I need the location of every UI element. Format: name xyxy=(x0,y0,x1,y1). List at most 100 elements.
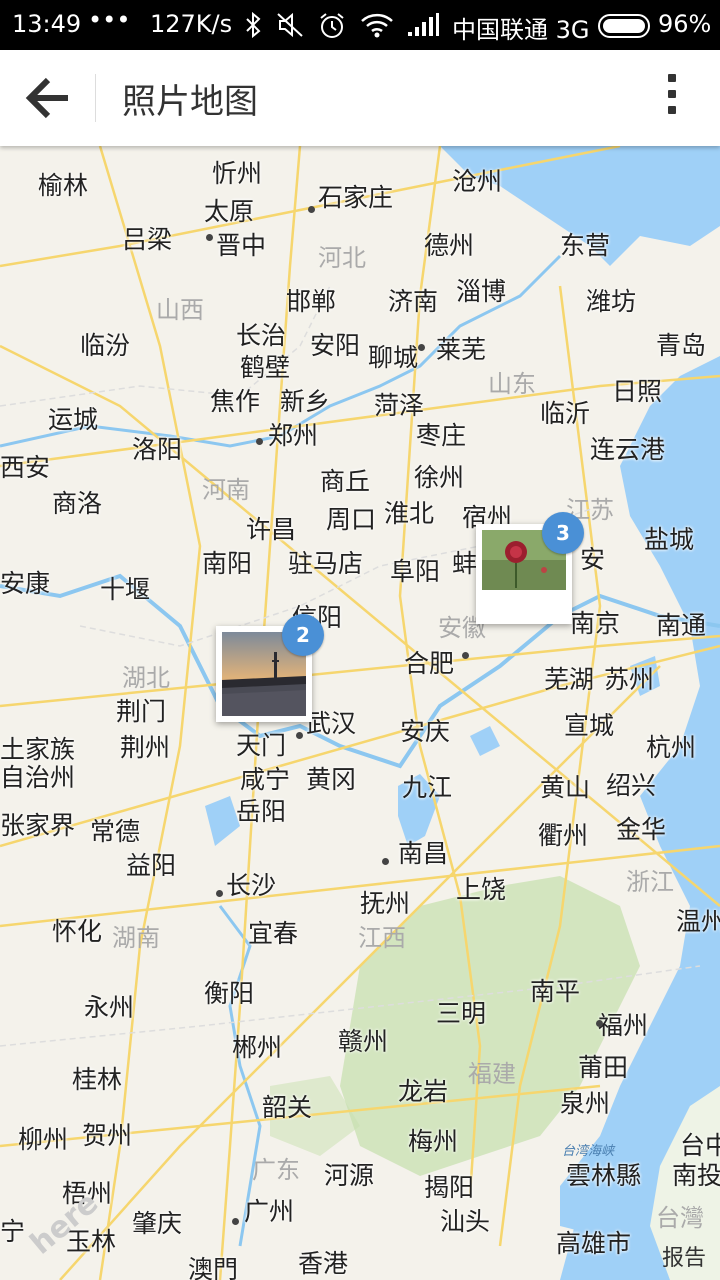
city-label: 郑州 xyxy=(268,421,319,450)
city-dot xyxy=(382,858,389,865)
city-label: 衡阳 xyxy=(204,979,255,1008)
city-label: 临汾 xyxy=(80,331,131,360)
city-label: 福州 xyxy=(598,1011,649,1040)
province-label: 河北 xyxy=(318,244,366,272)
battery-level: 96% xyxy=(658,10,712,38)
city-label: 绍兴 xyxy=(606,771,657,800)
city-label: 十堰 xyxy=(100,575,151,604)
city-label: 南通 xyxy=(656,611,707,640)
city-label: 长治 xyxy=(236,321,287,350)
city-label: 杭州 xyxy=(646,733,697,762)
city-label: 商丘 xyxy=(320,467,371,496)
city-label: 金华 xyxy=(616,815,667,844)
city-label: 吕梁 xyxy=(122,225,173,254)
photo-cluster-3[interactable]: 3 xyxy=(476,512,584,624)
city-label: 衢州 xyxy=(538,821,589,850)
city-label: 抚州 xyxy=(360,889,411,918)
province-label: 福建 xyxy=(468,1060,516,1088)
city-label: 自治州 xyxy=(0,763,76,792)
city-label: 石家庄 xyxy=(318,183,394,212)
city-label: 贺州 xyxy=(82,1121,133,1150)
city-label: 合肥 xyxy=(404,649,455,678)
city-dot xyxy=(462,652,469,659)
city-label: 郴州 xyxy=(232,1033,283,1062)
city-label: 益阳 xyxy=(126,851,177,880)
city-label: 温州 xyxy=(676,907,720,936)
city-label: 梅州 xyxy=(408,1127,459,1156)
city-label: 晋中 xyxy=(216,231,267,260)
report-link[interactable]: 报告 xyxy=(662,1240,706,1272)
city-label: 长沙 xyxy=(226,871,277,900)
city-label: 淄博 xyxy=(456,277,507,306)
city-label: 天门 xyxy=(236,731,287,760)
city-label: 南昌 xyxy=(398,839,449,868)
city-label: 榆林 xyxy=(38,171,89,200)
city-label: 安康 xyxy=(0,569,51,598)
province-label: 江西 xyxy=(358,924,406,952)
city-label: 运城 xyxy=(48,405,99,434)
alarm-icon xyxy=(320,13,344,38)
city-label: 连云港 xyxy=(590,435,666,464)
city-label: 德州 xyxy=(424,231,475,260)
province-label: 浙江 xyxy=(626,868,674,896)
city-label: 南平 xyxy=(530,977,581,1006)
cluster-count-badge: 3 xyxy=(542,512,584,554)
city-label: 荆门 xyxy=(116,697,167,726)
city-label: 安阳 xyxy=(310,331,361,360)
city-dot xyxy=(216,890,223,897)
city-label: 台中 xyxy=(680,1131,720,1160)
bluetooth-icon xyxy=(246,12,261,38)
city-label: 洛阳 xyxy=(132,435,183,464)
city-dot xyxy=(418,344,425,351)
city-label: 桂林 xyxy=(72,1065,123,1094)
city-label: 安 xyxy=(580,545,606,574)
city-label: 临沂 xyxy=(540,399,591,428)
city-label: 韶关 xyxy=(262,1093,313,1122)
app-bar: 照片地图 xyxy=(0,50,720,146)
city-label: 永州 xyxy=(84,993,135,1022)
more-options-button[interactable] xyxy=(650,70,694,126)
photo-map[interactable]: 河北 山西 山东 河南 江苏 安徽 湖北 浙江 湖南 江西 福建 广东 台灣 台… xyxy=(0,146,720,1280)
network-speed: 127K/s xyxy=(150,10,233,38)
province-label: 湖南 xyxy=(112,924,160,952)
city-label: 忻州 xyxy=(212,159,263,188)
city-label: 鹤壁 xyxy=(240,353,291,382)
province-label: 台灣 xyxy=(656,1204,704,1232)
city-dot xyxy=(596,1020,603,1027)
city-label: 商洛 xyxy=(52,489,103,518)
city-label: 周口 xyxy=(326,505,377,534)
status-time: 13:49 xyxy=(12,10,82,38)
city-dot xyxy=(232,1218,239,1225)
photo-cluster-2[interactable]: 2 xyxy=(216,614,324,722)
province-label: 广东 xyxy=(252,1156,300,1184)
city-label: 阜阳 xyxy=(390,557,441,586)
city-label: 武汉 xyxy=(306,709,357,738)
city-label: 徐州 xyxy=(414,463,465,492)
city-label: 怀化 xyxy=(52,917,103,946)
city-dot xyxy=(206,234,213,241)
city-label: 赣州 xyxy=(338,1027,389,1056)
carrier-label: 中国联通 3G xyxy=(452,16,590,44)
city-label: 新乡 xyxy=(280,387,331,416)
city-label: 咸宁 xyxy=(240,765,291,794)
back-button[interactable] xyxy=(18,68,78,128)
city-label: 邯郸 xyxy=(286,287,337,316)
city-label: 宁 xyxy=(0,1217,26,1246)
city-label: 焦作 xyxy=(210,387,261,416)
cluster-count-badge: 2 xyxy=(282,614,324,656)
signal-icon xyxy=(408,13,439,36)
city-label: 驻马店 xyxy=(288,549,364,578)
city-label: 上饶 xyxy=(456,875,507,904)
city-label: 日照 xyxy=(612,377,663,406)
city-label: 莆田 xyxy=(578,1053,629,1082)
city-label: 东营 xyxy=(560,231,611,260)
city-label: 苏州 xyxy=(604,665,655,694)
city-label: 雲林縣 xyxy=(566,1161,642,1190)
city-label: 揭阳 xyxy=(424,1173,475,1202)
back-arrow-icon xyxy=(25,77,68,119)
city-label: 香港 xyxy=(298,1249,349,1278)
city-label: 常德 xyxy=(90,817,141,846)
app-bar-divider xyxy=(95,74,96,122)
city-label: 安庆 xyxy=(400,717,451,746)
city-label: 芜湖 xyxy=(544,665,595,694)
